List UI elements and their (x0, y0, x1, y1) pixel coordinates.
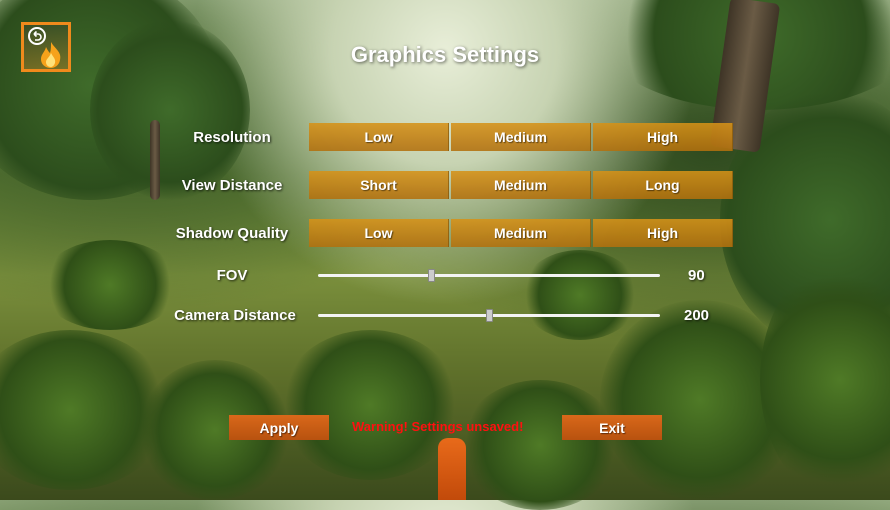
shadow-quality-option-low[interactable]: Low (309, 219, 449, 247)
resolution-label: Resolution (193, 129, 271, 146)
view-distance-option-medium[interactable]: Medium (451, 171, 591, 199)
view-distance-option-short[interactable]: Short (309, 171, 449, 199)
camera-distance-label: Camera Distance (174, 307, 296, 324)
apply-button[interactable]: Apply (229, 415, 329, 440)
camera-distance-value: 200 (684, 307, 710, 324)
fov-slider[interactable] (318, 269, 660, 282)
fov-label: FOV (216, 267, 248, 284)
unsaved-warning: Warning! Settings unsaved! (352, 419, 524, 434)
shadow-quality-option-high[interactable]: High (593, 219, 733, 247)
exit-button[interactable]: Exit (562, 415, 662, 440)
camera-distance-slider[interactable] (318, 309, 660, 322)
view-distance-option-long[interactable]: Long (593, 171, 733, 199)
resolution-option-low[interactable]: Low (309, 123, 449, 151)
camera-distance-slider-handle[interactable] (486, 309, 493, 322)
resolution-option-medium[interactable]: Medium (451, 123, 591, 151)
fov-value: 90 (688, 267, 705, 284)
page-title: Graphics Settings (350, 42, 540, 67)
view-distance-label: View Distance (181, 177, 283, 194)
fov-slider-handle[interactable] (427, 269, 435, 282)
resolution-option-high[interactable]: High (593, 123, 733, 151)
shadow-quality-option-medium[interactable]: Medium (451, 219, 591, 247)
shadow-quality-label: Shadow Quality (175, 225, 289, 242)
